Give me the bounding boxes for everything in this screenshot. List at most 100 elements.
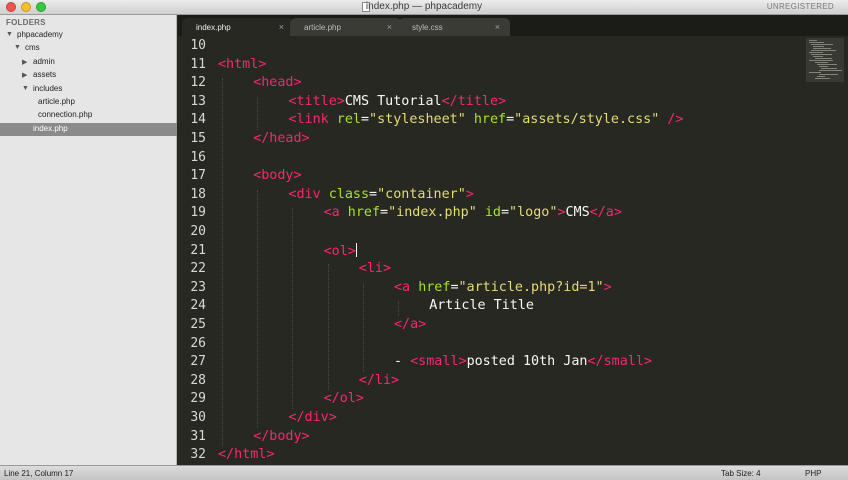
code-line[interactable]: </li>	[359, 373, 399, 388]
tab-close-icon[interactable]: ×	[279, 22, 284, 32]
disclosure-collapsed-icon[interactable]: ▶	[22, 71, 27, 79]
line-number: 24	[190, 298, 206, 314]
tree-item-label: cms	[25, 43, 40, 53]
line-number: 12	[190, 75, 206, 91]
tree-item-cms[interactable]: ▼ cms	[0, 42, 177, 55]
tab-label: index.php	[196, 23, 231, 32]
text-cursor	[355, 242, 357, 257]
minimap-line	[813, 48, 831, 49]
tab-label: style.css	[412, 23, 443, 32]
code-line[interactable]: <title>CMS Tutorial</title>	[288, 94, 506, 109]
code-token-tag: >	[465, 186, 474, 202]
indent-guide	[362, 282, 364, 372]
code-line[interactable]: </head>	[253, 131, 309, 146]
code-line[interactable]: </ol>	[324, 391, 364, 406]
disclosure-expanded-icon[interactable]: ▼	[6, 31, 13, 38]
code-line[interactable]: </a>	[394, 317, 426, 332]
tab-close-icon[interactable]: ×	[387, 22, 392, 32]
line-number: 27	[190, 354, 206, 370]
code-token-attr: id	[484, 205, 501, 221]
code-line[interactable]: <div class="container">	[288, 187, 473, 202]
code-token-txt: posted 10th Jan	[466, 354, 588, 370]
window-title: index.php — phpacademy	[365, 1, 483, 12]
code-line[interactable]: </body>	[253, 429, 309, 444]
tree-item-includes[interactable]: ▼ includes	[0, 83, 177, 96]
tree-item-label: admin	[33, 56, 55, 66]
indent-guide	[398, 301, 399, 316]
code-token-attr: rel	[336, 112, 361, 128]
syntax-selector[interactable]: PHP	[805, 469, 821, 478]
minimap-line	[811, 50, 836, 51]
code-token-tag: <body>	[253, 168, 302, 184]
minimap-line	[813, 46, 824, 47]
minimap-line	[809, 60, 833, 61]
code-editor[interactable]: 10 11 12 13 14 15 16 17 18 19 20 21 22 23 24 25 26 27 28 29…	[178, 36, 848, 465]
code-token-str: "article.php?id=1"	[458, 279, 604, 295]
code-line[interactable]: <link rel="stylesheet" href="assets/styl…	[288, 112, 683, 127]
code-token-tag: </div>	[288, 410, 337, 425]
code-line[interactable]: </div>	[288, 410, 336, 425]
line-number: 19	[190, 205, 206, 221]
disclosure-collapsed-icon[interactable]: ▶	[22, 58, 27, 66]
tree-item-connection-php[interactable]: connection.php	[0, 109, 177, 122]
code-token-tag: >	[603, 279, 612, 295]
minimap-line	[815, 58, 832, 59]
code-token-tag: </body>	[253, 428, 310, 444]
code-line[interactable]: - <small>posted 10th Jan</small>	[394, 354, 652, 369]
tab-bar: index.php × article.php × style.css ×	[178, 15, 848, 36]
code-line[interactable]: <body>	[253, 168, 301, 183]
code-token-str: "assets/style.css"	[514, 112, 660, 128]
tree-item-index-php[interactable]: index.php	[0, 122, 177, 136]
tab-close-icon[interactable]: ×	[495, 22, 500, 32]
line-number: 10	[190, 38, 206, 53]
tab-style-css[interactable]: style.css ×	[398, 18, 510, 36]
tab-label: article.php	[304, 23, 341, 32]
code-token-txt: =	[500, 205, 510, 221]
tree-item-article-php[interactable]: article.php	[0, 96, 177, 109]
line-number: 21	[190, 242, 206, 258]
code-token-attr: href	[418, 279, 451, 295]
code-token-str: "logo"	[509, 205, 558, 221]
code-token-str: "container"	[377, 186, 466, 202]
indent-guide	[292, 208, 294, 409]
disclosure-expanded-icon[interactable]: ▼	[14, 44, 21, 51]
code-token-tag: </head>	[253, 131, 310, 146]
code-line[interactable]: <head>	[253, 75, 301, 90]
code-token-tag: </title>	[441, 93, 507, 109]
code-line[interactable]: <li>	[359, 261, 391, 276]
code-token-attr: href	[473, 112, 507, 128]
tree-item-phpacademy[interactable]: ▼ phpacademy	[0, 29, 177, 42]
tab-article-php[interactable]: article.php ×	[290, 18, 402, 36]
indent-guide	[257, 96, 259, 130]
indent-guide	[257, 189, 259, 428]
code-line[interactable]: <a href="index.php" id="logo">CMS</a>	[324, 205, 622, 220]
tab-index-php[interactable]: index.php ×	[182, 18, 294, 36]
code-token-tag: <a	[323, 205, 348, 221]
code-line[interactable]: <ol>	[324, 242, 357, 259]
line-number: 22	[190, 261, 206, 277]
sidebar: FOLDERS ▼ phpacademy ▼ cms ▶ admin ▶ assets ▼ inc…	[0, 15, 177, 465]
code-line[interactable]: <a href="article.php?id=1">	[394, 280, 612, 295]
code-token-txt: CMS Tutorial	[344, 93, 442, 109]
code-token-txt: =	[380, 205, 389, 221]
minimap-line	[817, 64, 837, 65]
folders-heading: FOLDERS	[6, 18, 46, 27]
code-token-txt: CMS	[565, 205, 590, 221]
tree-item-label: connection.php	[38, 110, 93, 120]
minimap-line	[813, 56, 823, 57]
disclosure-expanded-icon[interactable]: ▼	[22, 85, 29, 92]
tree-item-admin[interactable]: ▶ admin	[0, 56, 177, 69]
minimap[interactable]	[806, 38, 844, 82]
minimap-line	[817, 76, 825, 77]
code-token-tag: </a>	[394, 317, 427, 332]
code-line[interactable]: <html>	[218, 57, 266, 72]
code-token-attr: class	[328, 186, 370, 202]
code-token-txt: Article Title	[429, 298, 534, 314]
minimap-line	[819, 66, 828, 67]
tree-item-assets[interactable]: ▶ assets	[0, 69, 177, 82]
code-line[interactable]: </html>	[218, 447, 274, 462]
code-line[interactable]: Article Title	[429, 298, 534, 313]
line-number: 28	[190, 372, 206, 388]
tab-size-selector[interactable]: Tab Size: 4	[721, 469, 761, 478]
